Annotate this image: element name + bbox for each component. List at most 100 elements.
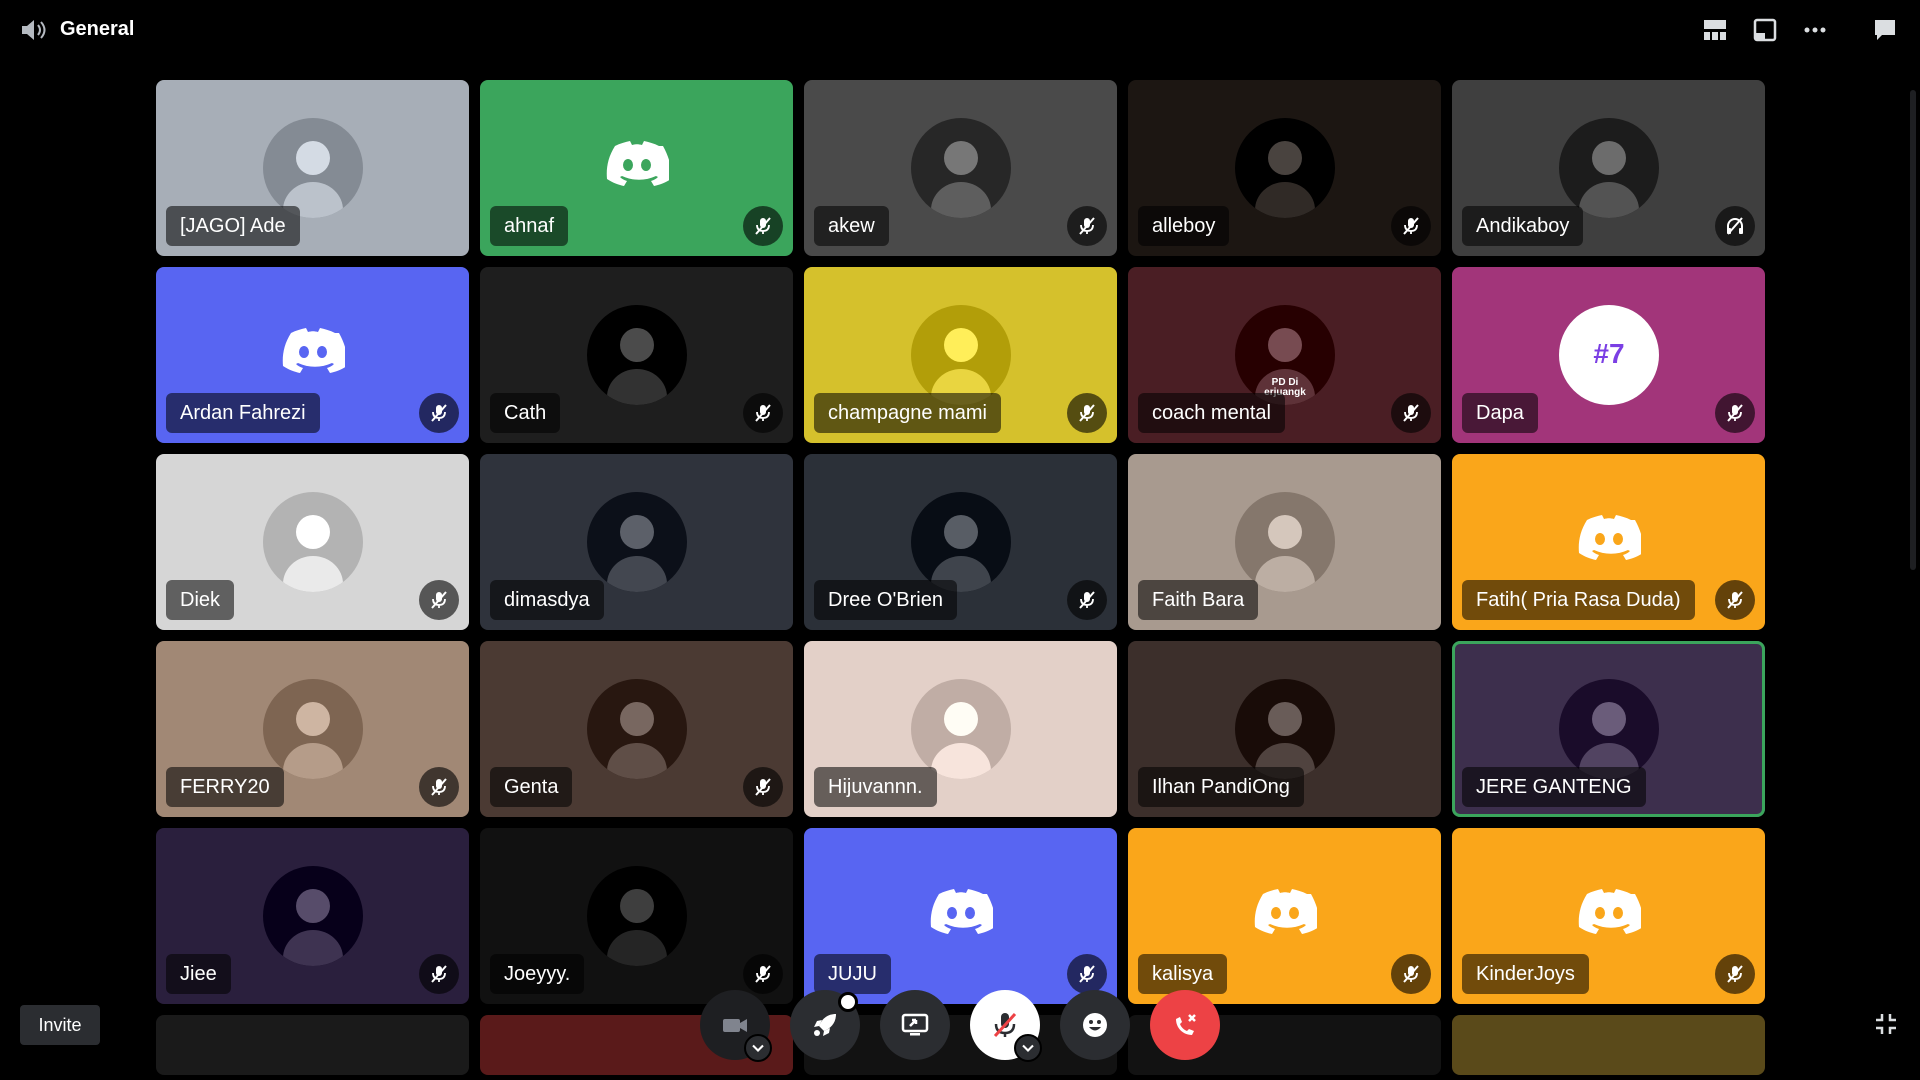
participant-tile[interactable]: Faith Bara [1128,454,1441,630]
activity-button[interactable] [790,990,860,1060]
avatar [586,866,687,966]
participant-tile[interactable]: PD Di erjuangk coach mental [1128,267,1441,443]
grid-layout-icon[interactable] [1700,15,1730,45]
discord-logo-icon [929,886,995,934]
participant-tile[interactable]: [JAGO] Ade [156,80,469,256]
participant-tile[interactable]: FERRY20 [156,641,469,817]
participant-name: JUJU [814,954,891,994]
mic-muted-icon [1067,393,1107,433]
participant-name: Andikaboy [1462,206,1584,246]
participant-tile[interactable]: Hijuvannn. [804,641,1117,817]
participant-name: Jiee [166,954,231,994]
avatar [262,118,363,218]
participant-name: Dapa [1462,393,1538,433]
participant-tile[interactable]: Ilhan PandiOng [1128,641,1441,817]
participant-name: dimasdya [490,580,604,620]
avatar [1558,679,1659,779]
participant-tile[interactable]: kalisya [1128,828,1441,1004]
participant-name: Joeyyy. [490,954,585,994]
discord-logo-icon [281,325,347,373]
avatar [1234,118,1335,218]
notification-dot [838,992,858,1012]
channel-header: General [0,0,1920,60]
avatar [910,679,1011,779]
disconnect-button[interactable] [1150,990,1220,1060]
mic-muted-icon [1067,954,1107,994]
participant-name: Ilhan PandiOng [1138,767,1304,807]
channel-title: General [60,18,135,40]
mic-muted-icon [1391,954,1431,994]
popout-icon[interactable] [1750,15,1780,45]
avatar [262,492,363,592]
chevron-down-icon[interactable] [744,1034,772,1062]
participant-name: FERRY20 [166,767,284,807]
avatar [262,679,363,779]
deafened-icon [1715,206,1755,246]
more-icon[interactable] [1800,15,1830,45]
participant-tile[interactable]: KinderJoys [1452,828,1765,1004]
participant-tile[interactable]: dimasdya [480,454,793,630]
speaker-icon [22,20,46,40]
participant-tile[interactable]: akew [804,80,1117,256]
participant-name: Ardan Fahrezi [166,393,320,433]
participant-tile[interactable]: Joeyyy. [480,828,793,1004]
discord-logo-icon [605,138,671,186]
participant-tile[interactable]: Jiee [156,828,469,1004]
avatar [262,866,363,966]
discord-logo-icon [1253,886,1319,934]
participant-tile[interactable]: Cath [480,267,793,443]
mic-muted-icon [743,767,783,807]
mic-muted-icon [743,206,783,246]
screen-share-button[interactable] [880,990,950,1060]
participant-tile[interactable] [1452,1015,1765,1075]
avatar: PD Di erjuangk [1234,305,1335,405]
mute-button[interactable] [970,990,1042,1062]
participant-tile[interactable] [156,1015,469,1075]
mic-muted-icon [1067,580,1107,620]
chat-icon[interactable] [1870,15,1900,45]
participant-tile[interactable]: Genta [480,641,793,817]
participant-name: alleboy [1138,206,1230,246]
participant-tile[interactable]: champagne mami [804,267,1117,443]
avatar [1234,679,1335,779]
mic-muted-icon [419,767,459,807]
participant-tile[interactable]: Fatih( Pria Rasa Duda) [1452,454,1765,630]
avatar [910,305,1011,405]
participant-tile[interactable]: Dree O'Brien [804,454,1117,630]
mic-muted-icon [1715,393,1755,433]
participant-tile[interactable]: Diek [156,454,469,630]
collapse-icon[interactable] [1872,1010,1900,1038]
soundboard-button[interactable] [1060,990,1130,1060]
participant-name: ahnaf [490,206,569,246]
mic-muted-icon [419,954,459,994]
mic-muted-icon [743,954,783,994]
participant-tile[interactable]: Ardan Fahrezi [156,267,469,443]
participant-name: Dree O'Brien [814,580,957,620]
participant-name: Cath [490,393,561,433]
participant-name: kalisya [1138,954,1228,994]
participant-tile[interactable]: JUJU [804,828,1117,1004]
participant-name: coach mental [1138,393,1285,433]
camera-button[interactable] [700,990,772,1062]
participant-tile[interactable]: alleboy [1128,80,1441,256]
participant-tile[interactable]: Andikaboy [1452,80,1765,256]
participant-name: Hijuvannn. [814,767,937,807]
mic-muted-icon [1391,206,1431,246]
participant-tile[interactable]: JERE GANTENG [1452,641,1765,817]
chevron-down-icon[interactable] [1014,1034,1042,1062]
mic-muted-icon [1715,580,1755,620]
participant-tile[interactable]: ahnaf [480,80,793,256]
invite-button[interactable]: Invite [20,1005,100,1045]
participant-name: KinderJoys [1462,954,1589,994]
participant-name: Fatih( Pria Rasa Duda) [1462,580,1695,620]
participant-name: akew [814,206,889,246]
avatar [910,118,1011,218]
avatar [586,492,687,592]
participant-tile[interactable]: #7 Dapa [1452,267,1765,443]
scrollbar[interactable] [1910,90,1916,570]
participant-name: Diek [166,580,235,620]
mic-muted-icon [419,580,459,620]
discord-logo-icon [1577,512,1643,560]
mic-muted-icon [419,393,459,433]
avatar [1558,118,1659,218]
